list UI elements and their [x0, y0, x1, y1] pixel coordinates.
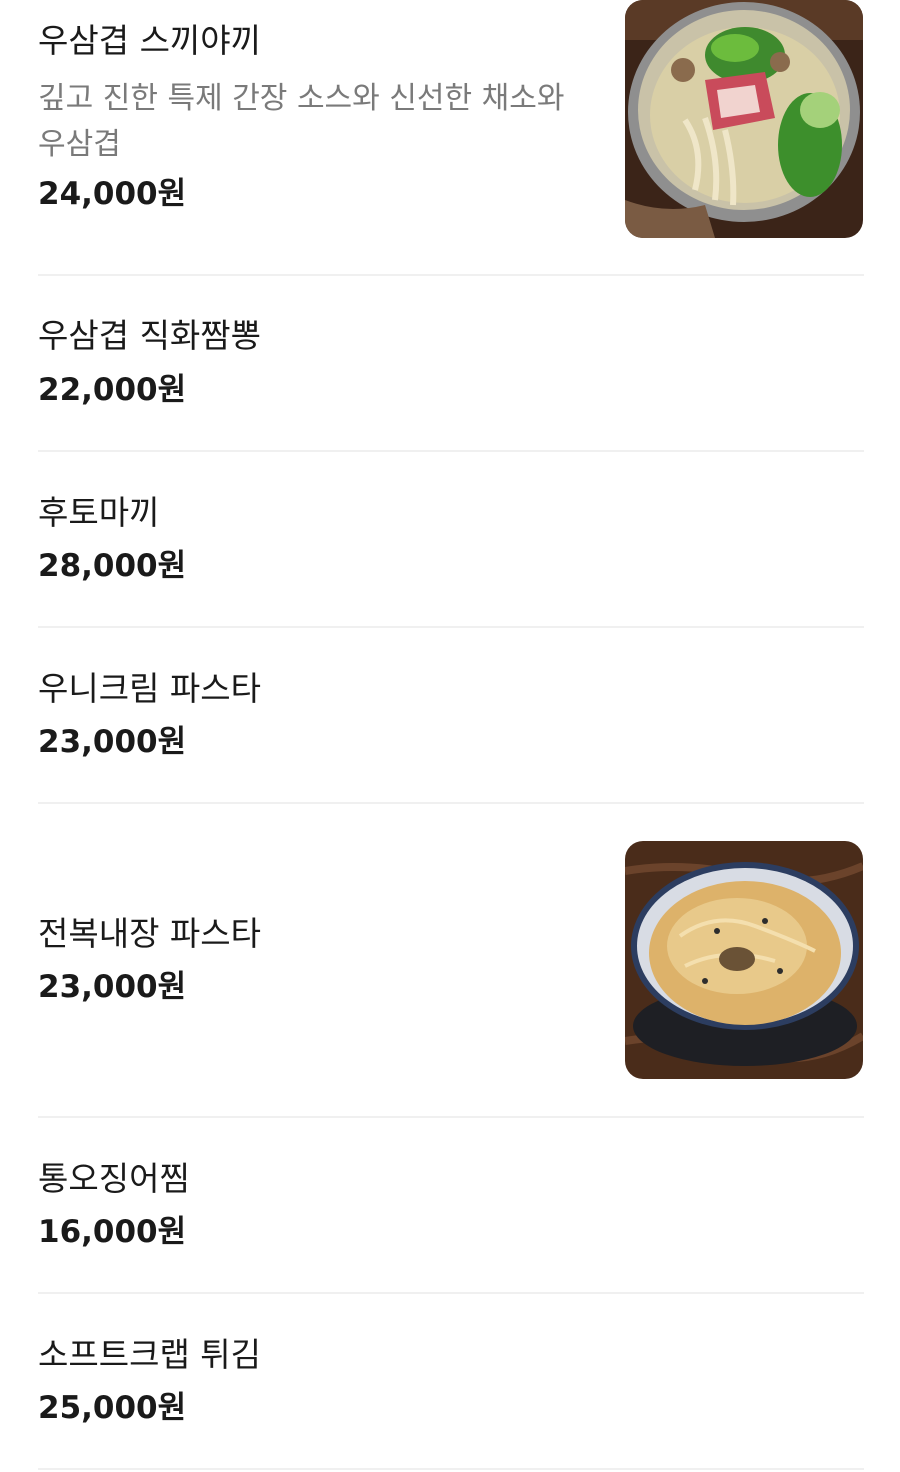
- menu-item-sukiyaki[interactable]: 우삼겹 스끼야끼 깊고 진한 특제 간장 소스와 신선한 채소와 우삼겹 24,…: [38, 0, 864, 275]
- menu-item-price: 16,000원: [38, 1214, 187, 1250]
- menu-item-abalone-pasta[interactable]: 전복내장 파스타 23,000원: [38, 804, 864, 1116]
- menu-item-price: 23,000원: [38, 724, 187, 760]
- sukiyaki-hotpot-photo[interactable]: [625, 0, 863, 238]
- menu-item-name: 통오징어찜: [38, 1159, 190, 1198]
- menu-item-jjamppong[interactable]: 우삼겹 직화짬뽕 22,000원: [38, 276, 864, 450]
- menu-item-price: 23,000원: [38, 969, 187, 1005]
- menu-item-futomaki[interactable]: 후토마끼 28,000원: [38, 452, 864, 626]
- menu-item-squid[interactable]: 통오징어찜 16,000원: [38, 1118, 864, 1292]
- menu-item-name: 후토마끼: [38, 493, 160, 532]
- menu-item-price: 22,000원: [38, 372, 187, 408]
- menu-item-price: 25,000원: [38, 1390, 187, 1426]
- menu-item-name: 우삼겹 스끼야끼: [38, 21, 262, 60]
- menu-list: 우삼겹 스끼야끼 깊고 진한 특제 간장 소스와 신선한 채소와 우삼겹 24,…: [0, 0, 900, 1472]
- menu-item-name: 우삼겹 직화짬뽕: [38, 316, 262, 355]
- menu-item-description: 깊고 진한 특제 간장 소스와 신선한 채소와 우삼겹: [38, 81, 565, 162]
- menu-item-name: 우니크림 파스타: [38, 669, 262, 708]
- abalone-cream-pasta-photo[interactable]: [625, 841, 863, 1079]
- menu-item-uni-cream-pasta[interactable]: 우니크림 파스타 23,000원: [38, 628, 864, 802]
- menu-item-name: 소프트크랩 튀김: [38, 1335, 262, 1374]
- divider: [38, 1468, 864, 1470]
- menu-item-name: 전복내장 파스타: [38, 914, 262, 953]
- menu-item-soft-crab[interactable]: 소프트크랩 튀김 25,000원: [38, 1294, 864, 1468]
- menu-item-price: 24,000원: [38, 176, 187, 212]
- menu-item-price: 28,000원: [38, 548, 187, 584]
